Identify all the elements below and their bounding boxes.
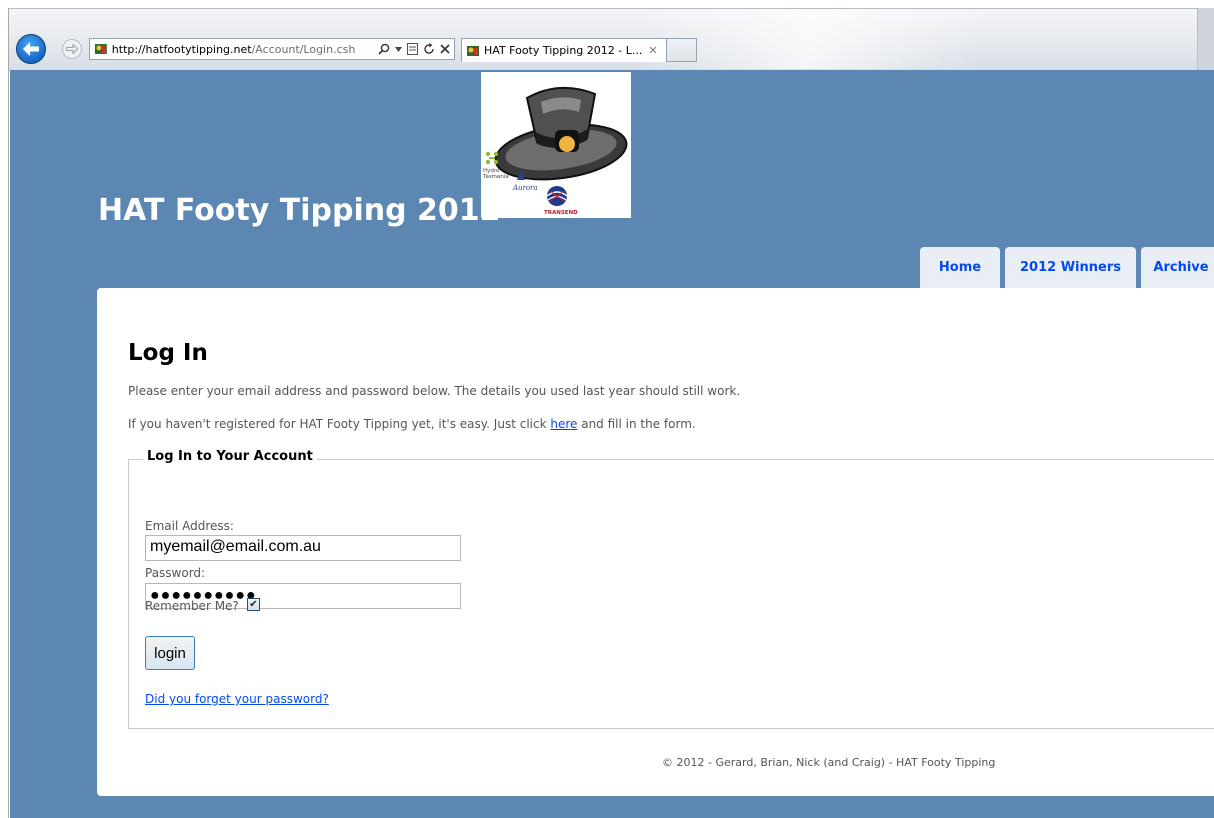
site-favicon-icon (94, 44, 107, 54)
main-content: Log In Please enter your email address a… (97, 288, 1214, 796)
browser-tab[interactable]: HAT Footy Tipping 2012 - L... ✕ (461, 38, 667, 62)
fieldset-legend: Log In to Your Account (143, 449, 317, 464)
stop-icon[interactable] (440, 44, 450, 54)
browser-chrome: http://hatfootytipping.net/Account/Login… (0, 0, 1214, 818)
login-button[interactable]: login (145, 636, 195, 670)
hat-logo-icon: Hydro Tasmania Aurora TRANSEND (482, 86, 628, 216)
email-label: Email Address: (145, 519, 234, 533)
forward-button[interactable] (62, 39, 82, 59)
dropdown-icon[interactable] (395, 46, 402, 52)
tasmania-text: Tasmania (482, 174, 509, 180)
register-text: If you haven't registered for HAT Footy … (128, 417, 696, 431)
page-title: Log In (128, 340, 208, 366)
tab-title: HAT Footy Tipping 2012 - L... (484, 44, 643, 57)
remember-me-label: Remember Me? (145, 599, 239, 613)
tab-favicon-icon (467, 45, 479, 56)
intro-text: Please enter your email address and pass… (128, 384, 741, 398)
site-logo: Hydro Tasmania Aurora TRANSEND (481, 72, 631, 218)
back-button[interactable] (16, 34, 46, 64)
login-fieldset: Log In to Your Account Email Address: my… (128, 449, 1214, 729)
back-arrow-icon (23, 42, 39, 56)
forgot-password-link[interactable]: Did you forget your password? (145, 692, 329, 706)
address-host: http://hatfootytipping.net (111, 42, 252, 56)
menu-item-archive[interactable]: Archive (1141, 247, 1214, 288)
tab-close-icon[interactable]: ✕ (648, 44, 657, 57)
register-suffix: and fill in the form. (577, 417, 696, 431)
footer-text: © 2012 - Gerard, Brian, Nick (and Craig)… (662, 756, 996, 769)
register-link[interactable]: here (550, 417, 577, 431)
new-tab-button[interactable] (667, 38, 697, 62)
compatibility-icon[interactable] (407, 43, 418, 55)
address-path: /Account/Login.csh (251, 42, 356, 56)
window-right-edge (1197, 8, 1214, 70)
register-prefix: If you haven't registered for HAT Footy … (128, 417, 551, 431)
aurora-text: Aurora (512, 184, 538, 192)
password-label: Password: (145, 566, 206, 580)
site-title: HAT Footy Tipping 2012 (98, 193, 501, 228)
email-input[interactable]: myemail@email.com.au (145, 535, 461, 561)
transend-text: TRANSEND (544, 210, 578, 216)
forward-arrow-icon (66, 44, 78, 54)
transend-logo: TRANSEND (544, 186, 578, 216)
address-tools (378, 43, 450, 55)
menu-item-home[interactable]: Home (920, 247, 1000, 288)
window-left-edge (8, 8, 9, 818)
main-menu: Home 2012 Winners Archive (920, 247, 1214, 288)
menu-item-2012-winners[interactable]: 2012 Winners (1005, 247, 1136, 288)
checkmark-icon: ✔ (249, 598, 258, 610)
search-icon[interactable] (378, 43, 390, 55)
remember-me-checkbox[interactable]: ✔ (247, 598, 260, 611)
page-body: Hydro Tasmania Aurora TRANSEND HAT Footy… (10, 70, 1214, 818)
address-bar[interactable]: http://hatfootytipping.net/Account/Login… (89, 38, 455, 60)
address-url[interactable]: http://hatfootytipping.net/Account/Login… (112, 43, 378, 56)
refresh-icon[interactable] (423, 43, 435, 55)
